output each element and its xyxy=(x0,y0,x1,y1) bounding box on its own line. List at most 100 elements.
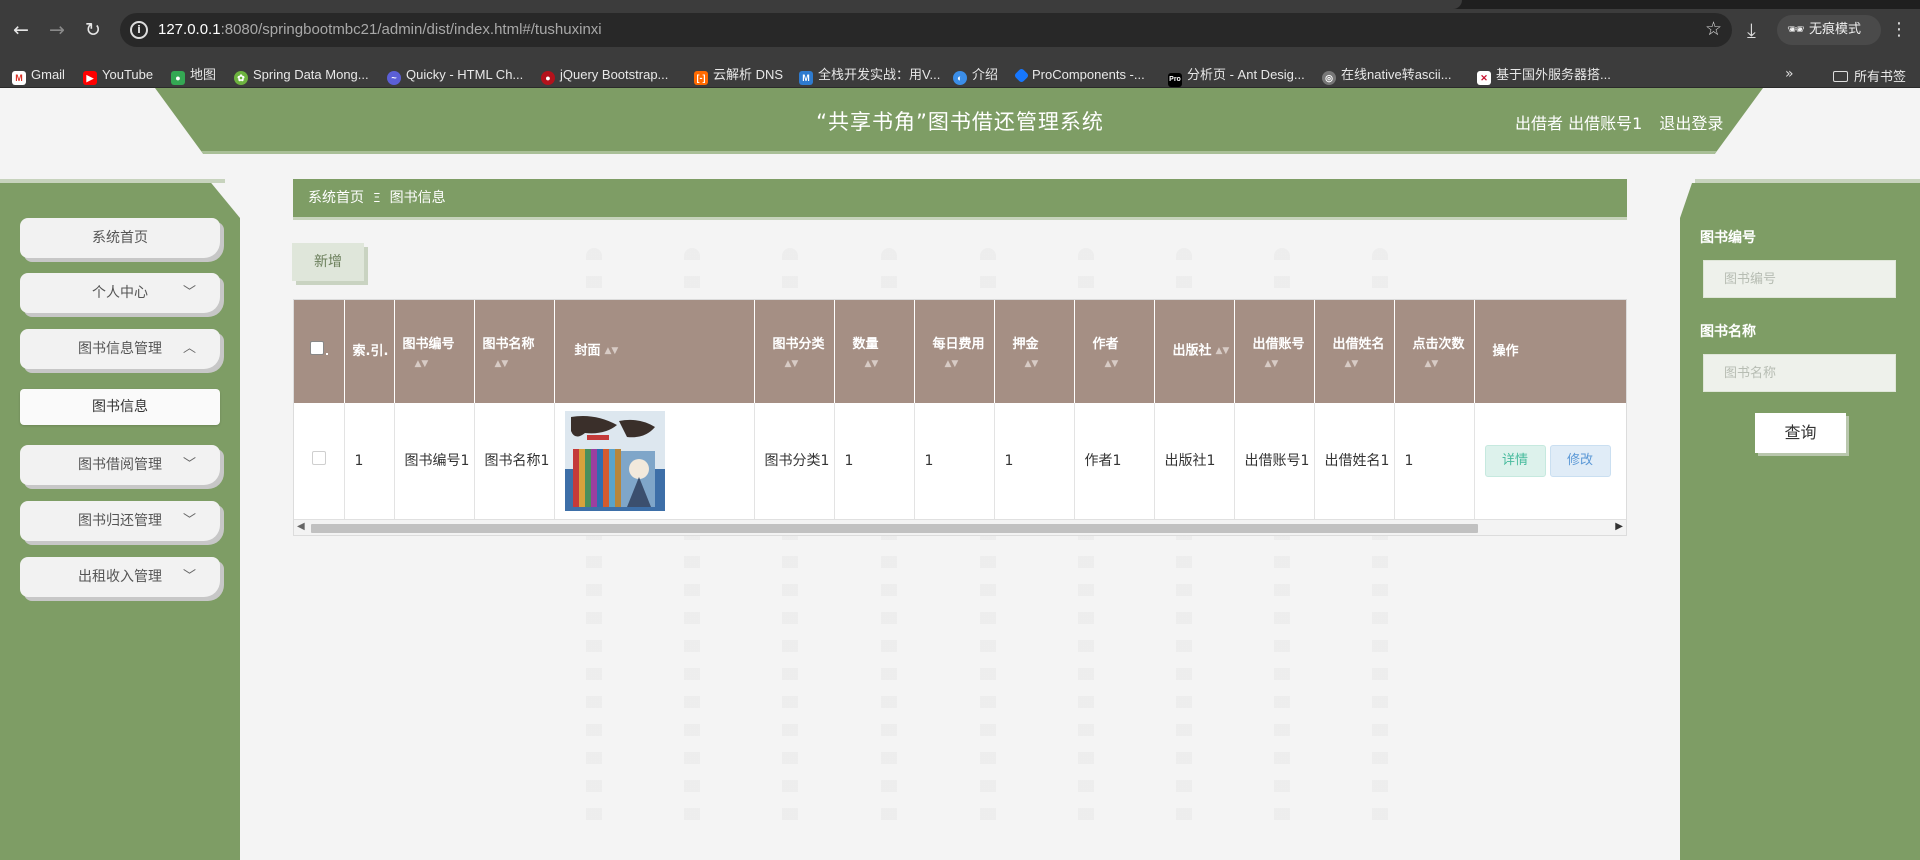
sort-icon[interactable]: ▲▼ xyxy=(1216,339,1230,363)
scrollbar-thumb[interactable] xyxy=(311,524,1478,533)
col-category[interactable]: 图书分类 ▲▼ xyxy=(754,300,835,403)
cell-lender-account: 出借账号1 xyxy=(1234,403,1315,520)
col-label: 图书分类 xyxy=(772,336,825,352)
sidebar-item-borrow-management[interactable]: 图书借阅管理 ﹀ xyxy=(20,445,220,485)
col-cover[interactable]: 封面 ▲▼ xyxy=(554,300,755,403)
col-label: 图书编号 xyxy=(402,336,455,352)
bookmark-maps[interactable]: ● 地图 xyxy=(171,66,216,85)
bookmark-intro[interactable]: ◐ 介绍 xyxy=(953,66,998,85)
horizontal-scrollbar[interactable]: ◀ ▶ xyxy=(294,519,1626,535)
book-table: 索.引. 图书编号 ▲▼ 图书名称 ▲▼ 封面 ▲▼ 图书分类 ▲▼ 数量 ▲▼ 每日费用… xyxy=(294,300,1626,520)
url-text[interactable]: 127.0.0.1:8080/springbootmbc21/admin/dis… xyxy=(158,21,602,38)
sort-icon[interactable]: ▲▼ xyxy=(1333,357,1394,371)
reload-icon[interactable]: ↻ xyxy=(81,18,105,42)
sidebar-item-rental-income[interactable]: 出租收入管理 ﹀ xyxy=(20,557,220,597)
sort-icon[interactable]: ▲▼ xyxy=(773,357,834,371)
col-label: 数量 xyxy=(852,336,879,352)
bookmark-cloud-dns[interactable]: [-] 云解析 DNS xyxy=(694,66,784,85)
bookmark-spring-data[interactable]: ✿ Spring Data Mong... xyxy=(234,66,369,85)
search-button[interactable]: 查询 xyxy=(1755,413,1846,453)
sidebar-item-label: 图书信息管理 xyxy=(78,341,162,357)
sort-icon[interactable]: ▲▼ xyxy=(483,357,554,371)
forward-arrow-icon[interactable]: → xyxy=(45,18,69,42)
bookmark-jquery-bootstrap[interactable]: ● jQuery Bootstrap... xyxy=(541,66,668,85)
sort-icon[interactable]: ▲▼ xyxy=(933,357,994,371)
sidebar-item-return-management[interactable]: 图书归还管理 ﹀ xyxy=(20,501,220,541)
book-name-label: 图书名称 xyxy=(1700,324,1756,340)
col-name[interactable]: 图书名称 ▲▼ xyxy=(474,300,555,403)
bookmark-label: YouTube xyxy=(102,67,154,82)
col-lender-name[interactable]: 出借姓名 ▲▼ xyxy=(1314,300,1395,403)
sidebar-edge xyxy=(0,179,225,183)
sort-icon[interactable]: ▲▼ xyxy=(1093,357,1154,371)
col-clicks[interactable]: 点击次数 ▲▼ xyxy=(1394,300,1475,403)
download-icon[interactable]: ⤓ xyxy=(1747,18,1756,42)
chevron-up-icon: ︿ xyxy=(182,341,196,356)
user-name: 出借账号1 xyxy=(1568,114,1643,133)
col-publisher[interactable]: 出版社 ▲▼ xyxy=(1154,300,1235,403)
row-checkbox[interactable] xyxy=(311,450,326,465)
col-code[interactable]: 图书编号 ▲▼ xyxy=(394,300,475,403)
sidebar-item-book-info-management[interactable]: 图书信息管理 ︿ xyxy=(20,329,220,369)
more-menu-icon[interactable]: ⋮ xyxy=(1890,18,1908,42)
sidebar-subitem-book-info[interactable]: 图书信息 xyxy=(20,389,220,425)
scroll-left-arrow-icon[interactable]: ◀ xyxy=(297,521,305,532)
book-code-input[interactable]: 图书编号 xyxy=(1703,260,1896,298)
cell-name: 图书名称1 xyxy=(474,403,555,520)
antd-icon xyxy=(1013,67,1030,84)
scroll-right-arrow-icon[interactable]: ▶ xyxy=(1615,521,1623,532)
col-daily-fee[interactable]: 每日费用 ▲▼ xyxy=(914,300,995,403)
sidebar-item-label: 图书归还管理 xyxy=(78,513,162,529)
sort-icon[interactable]: ▲▼ xyxy=(1413,357,1474,371)
sidebar-item-personal-center[interactable]: 个人中心 ﹀ xyxy=(20,273,220,313)
col-quantity[interactable]: 数量 ▲▼ xyxy=(834,300,915,403)
col-lender-account[interactable]: 出借账号 ▲▼ xyxy=(1234,300,1315,403)
add-button[interactable]: 新增 xyxy=(292,243,364,281)
bookmark-youtube[interactable]: ▶ YouTube xyxy=(83,66,154,85)
col-label: 出借姓名 xyxy=(1332,336,1385,352)
tab-strip xyxy=(0,0,1920,9)
bookmark-foreign-server[interactable]: ✕ 基于国外服务器搭... xyxy=(1477,66,1611,85)
bookmark-native-ascii[interactable]: ◎ 在线native转ascii... xyxy=(1322,66,1452,85)
user-role: 出借者 xyxy=(1515,114,1564,133)
incognito-badge[interactable]: 🕶 无痕模式 xyxy=(1777,15,1881,45)
sidebar-item-home[interactable]: 系统首页 xyxy=(20,218,220,258)
sort-icon[interactable]: ▲▼ xyxy=(853,357,914,371)
m-icon: M xyxy=(799,71,813,85)
sort-icon[interactable]: ▲▼ xyxy=(1253,357,1314,371)
youtube-icon: ▶ xyxy=(83,71,97,85)
bookmark-procomponents[interactable]: ProComponents -... xyxy=(1013,66,1145,84)
breadcrumb-home[interactable]: 系统首页 xyxy=(308,190,364,206)
incognito-label: 无痕模式 xyxy=(1809,22,1862,37)
active-tab[interactable] xyxy=(0,0,1462,9)
address-bar[interactable]: i 127.0.0.1:8080/springbootmbc21/admin/d… xyxy=(120,13,1732,47)
all-bookmarks-folder[interactable]: 所有书签 xyxy=(1833,66,1906,85)
select-all-checkbox[interactable] xyxy=(309,340,324,355)
sort-icon[interactable]: ▲▼ xyxy=(403,357,474,371)
sidebar-item-label: 图书信息 xyxy=(92,399,148,415)
bookmark-gmail[interactable]: M Gmail xyxy=(12,66,65,85)
col-label: 图书名称 xyxy=(482,336,535,352)
bookmark-star-icon[interactable]: ☆ xyxy=(1705,18,1722,40)
edit-button[interactable]: 修改 xyxy=(1549,444,1611,477)
bookmark-label: 云解析 DNS xyxy=(713,67,784,82)
pro-icon: Pro xyxy=(1168,73,1182,87)
bookmark-ant-design[interactable]: Pro 分析页 - Ant Desig... xyxy=(1168,66,1305,87)
bookmark-quicky[interactable]: ~ Quicky - HTML Ch... xyxy=(387,66,523,85)
book-cover-image[interactable] xyxy=(564,411,665,511)
book-name-input[interactable]: 图书名称 xyxy=(1703,354,1896,392)
bookmarks-bar: M Gmail ▶ YouTube ● 地图 ✿ Spring Data Mong...… xyxy=(0,60,1920,88)
col-deposit[interactable]: 押金 ▲▼ xyxy=(994,300,1075,403)
back-arrow-icon[interactable]: ← xyxy=(9,18,33,42)
cell-index: 1 xyxy=(344,403,395,520)
col-author[interactable]: 作者 ▲▼ xyxy=(1074,300,1155,403)
breadcrumb-separator-icon: Ξ xyxy=(373,191,381,205)
sort-icon[interactable]: ▲▼ xyxy=(1013,357,1074,371)
bookmark-fullstack[interactable]: M 全栈开发实战：用V... xyxy=(799,66,940,85)
logout-link[interactable]: 退出登录 xyxy=(1659,114,1723,133)
site-info-icon[interactable]: i xyxy=(130,21,148,39)
sort-icon[interactable]: ▲▼ xyxy=(605,339,619,363)
detail-button[interactable]: 详情 xyxy=(1484,444,1546,477)
bookmarks-overflow-icon[interactable]: » xyxy=(1785,66,1794,82)
bookmark-label: 在线native转ascii... xyxy=(1341,67,1452,82)
